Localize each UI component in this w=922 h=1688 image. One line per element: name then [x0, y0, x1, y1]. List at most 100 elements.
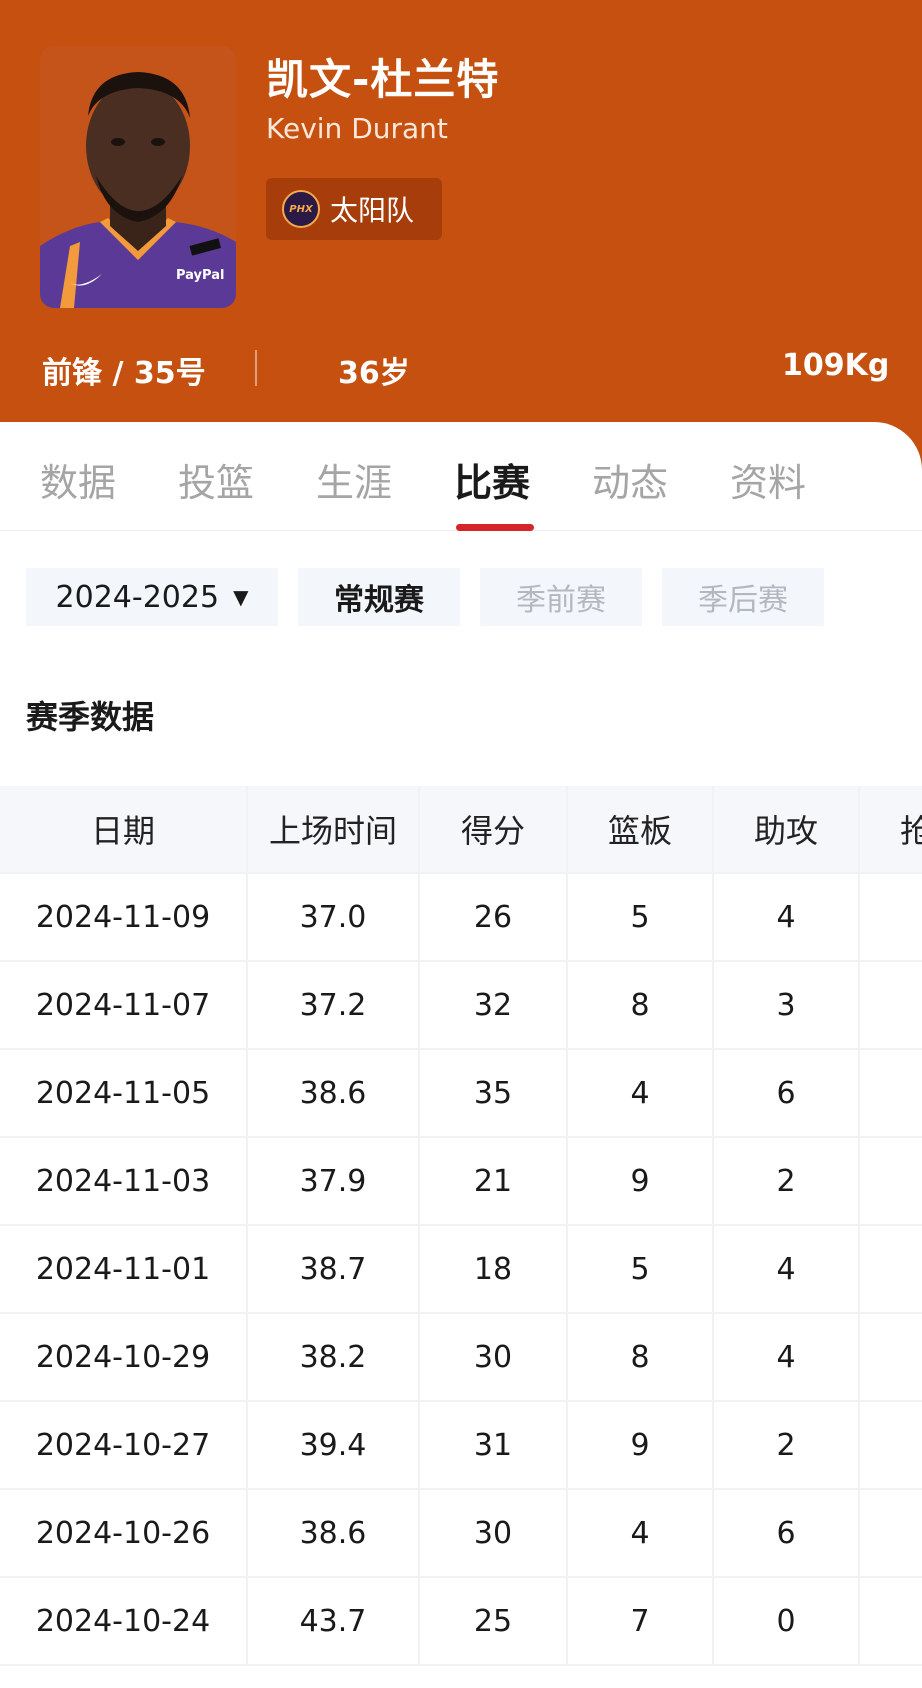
tab-data[interactable]: 数据 [40, 452, 116, 507]
cell-steals [860, 1138, 922, 1224]
cell-assists: 3 [714, 962, 860, 1048]
cell-date: 2024-11-09 [0, 874, 248, 960]
table-row[interactable]: 2024-11-07 37.2 32 8 3 [0, 962, 922, 1050]
header-points: 得分 [420, 786, 568, 872]
cell-points: 31 [420, 1402, 568, 1488]
table-row[interactable]: 2024-11-03 37.9 21 9 2 [0, 1138, 922, 1226]
cell-assists: 4 [714, 874, 860, 960]
cell-assists: 2 [714, 1402, 860, 1488]
cell-assists: 6 [714, 1490, 860, 1576]
cell-steals [860, 1490, 922, 1576]
cell-date: 2024-10-27 [0, 1402, 248, 1488]
table-row[interactable]: 2024-10-29 38.2 30 8 4 [0, 1314, 922, 1402]
player-weight: 109Kg [782, 348, 890, 383]
filter-label: 常规赛 [334, 583, 424, 618]
header-date: 日期 [0, 786, 248, 872]
filter-playoffs[interactable]: 季后赛 [662, 568, 824, 626]
cell-assists: 4 [714, 1226, 860, 1312]
jersey-sponsor: PayPal [176, 268, 225, 283]
team-logo-text: PHX [289, 203, 313, 215]
cell-steals [860, 1402, 922, 1488]
filter-label: 季后赛 [698, 583, 788, 618]
cell-minutes: 38.2 [248, 1314, 420, 1400]
tab-shooting[interactable]: 投篮 [178, 452, 254, 507]
cell-points: 26 [420, 874, 568, 960]
team-badge[interactable]: PHX 太阳队 [266, 178, 442, 240]
cell-rebounds: 8 [568, 1314, 714, 1400]
cell-minutes: 43.7 [248, 1578, 420, 1664]
cell-points: 32 [420, 962, 568, 1048]
tab-profile[interactable]: 资料 [730, 452, 806, 507]
cell-steals [860, 962, 922, 1048]
cell-date: 2024-10-26 [0, 1490, 248, 1576]
filter-preseason[interactable]: 季前赛 [480, 568, 642, 626]
filter-regular-season[interactable]: 常规赛 [298, 568, 460, 626]
player-age: 36岁 [338, 356, 410, 391]
info-divider [255, 350, 257, 386]
cell-points: 30 [420, 1314, 568, 1400]
cell-rebounds: 9 [568, 1402, 714, 1488]
cell-date: 2024-11-05 [0, 1050, 248, 1136]
tab-news[interactable]: 动态 [592, 452, 668, 507]
cell-date: 2024-10-24 [0, 1578, 248, 1664]
tab-career[interactable]: 生涯 [316, 452, 392, 507]
cell-rebounds: 8 [568, 962, 714, 1048]
cell-minutes: 39.4 [248, 1402, 420, 1488]
cell-minutes: 37.9 [248, 1138, 420, 1224]
header-rebounds: 篮板 [568, 786, 714, 872]
cell-minutes: 38.6 [248, 1490, 420, 1576]
cell-rebounds: 9 [568, 1138, 714, 1224]
game-stats-table[interactable]: 日期 上场时间 得分 篮板 助攻 抢 2024-11-09 37.0 26 5 4 202… [0, 786, 922, 1666]
caret-down-icon: ▼ [233, 585, 249, 609]
table-row[interactable]: 2024-11-05 38.6 35 4 6 [0, 1050, 922, 1138]
cell-date: 2024-11-07 [0, 962, 248, 1048]
table-header-row: 日期 上场时间 得分 篮板 助攻 抢 [0, 786, 922, 874]
table-row[interactable]: 2024-10-24 43.7 25 7 0 [0, 1578, 922, 1666]
filter-label: 季前赛 [516, 583, 606, 618]
cell-points: 30 [420, 1490, 568, 1576]
cell-date: 2024-11-03 [0, 1138, 248, 1224]
cell-steals [860, 1226, 922, 1312]
cell-rebounds: 5 [568, 874, 714, 960]
player-info-row: 前锋 / 35号 36岁 109Kg [0, 342, 922, 392]
table-row[interactable]: 2024-11-01 38.7 18 5 4 [0, 1226, 922, 1314]
cell-date: 2024-11-01 [0, 1226, 248, 1312]
cell-minutes: 37.2 [248, 962, 420, 1048]
position-number: 前锋 / 35号 [42, 356, 206, 391]
cell-minutes: 37.0 [248, 874, 420, 960]
tab-bar: 数据 投篮 生涯 比赛 动态 资料 [0, 422, 922, 531]
table-body: 2024-11-09 37.0 26 5 4 2024-11-07 37.2 32 8 3 2024… [0, 874, 922, 1666]
player-header: PayPal 凯文-杜兰特 Kevin Durant PHX 太阳队 前锋 / … [0, 0, 922, 470]
player-name-cn: 凯文-杜兰特 [266, 55, 500, 104]
cell-minutes: 38.7 [248, 1226, 420, 1312]
cell-assists: 2 [714, 1138, 860, 1224]
table-row[interactable]: 2024-10-27 39.4 31 9 2 [0, 1402, 922, 1490]
cell-steals [860, 1050, 922, 1136]
cell-rebounds: 7 [568, 1578, 714, 1664]
cell-steals [860, 874, 922, 960]
tab-games[interactable]: 比赛 [454, 452, 530, 507]
cell-points: 25 [420, 1578, 568, 1664]
cell-points: 18 [420, 1226, 568, 1312]
cell-steals [860, 1578, 922, 1664]
season-select[interactable]: 2024-2025 ▼ [26, 568, 278, 626]
section-title: 赛季数据 [26, 698, 155, 736]
cell-rebounds: 4 [568, 1050, 714, 1136]
suns-logo-icon: PHX [282, 190, 320, 228]
cell-rebounds: 5 [568, 1226, 714, 1312]
table-row[interactable]: 2024-11-09 37.0 26 5 4 [0, 874, 922, 962]
table-row[interactable]: 2024-10-26 38.6 30 4 6 [0, 1490, 922, 1578]
header-steals: 抢 [860, 786, 922, 872]
player-name-en: Kevin Durant [266, 112, 448, 145]
cell-assists: 0 [714, 1578, 860, 1664]
cell-assists: 4 [714, 1314, 860, 1400]
filter-bar: 2024-2025 ▼ 常规赛 季前赛 季后赛 [0, 568, 922, 626]
team-name: 太阳队 [330, 194, 415, 227]
player-avatar: PayPal [40, 46, 236, 308]
cell-assists: 6 [714, 1050, 860, 1136]
active-tab-indicator [456, 524, 534, 531]
cell-points: 21 [420, 1138, 568, 1224]
content-card: 数据 投篮 生涯 比赛 动态 资料 2024-2025 ▼ 常规赛 季前赛 季后… [0, 422, 922, 1688]
header-assists: 助攻 [714, 786, 860, 872]
season-value: 2024-2025 [55, 579, 220, 615]
